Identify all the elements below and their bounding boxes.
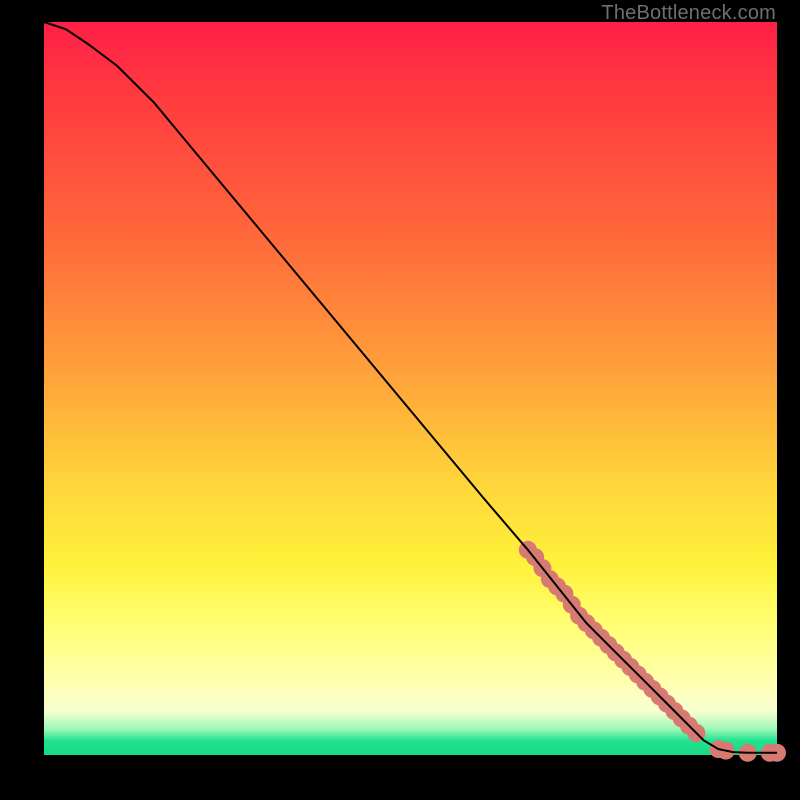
plot-area <box>44 22 777 755</box>
chart-svg <box>44 22 777 755</box>
chart-frame: TheBottleneck.com <box>0 0 800 800</box>
marker-group <box>519 541 786 762</box>
curve-line <box>44 22 777 753</box>
